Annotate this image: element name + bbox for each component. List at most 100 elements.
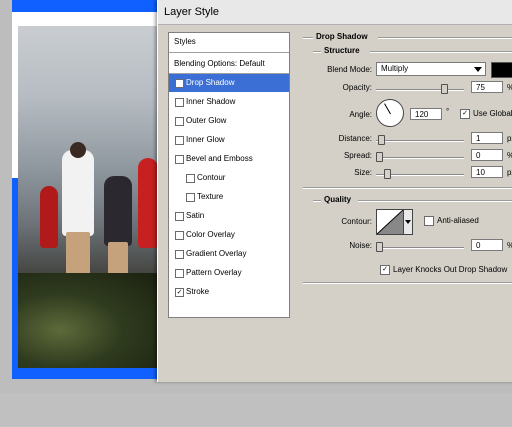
layer-style-dialog: Layer Style Styles Blending Options: Def… — [157, 0, 512, 382]
style-item-label: Satin — [186, 211, 205, 220]
person-figure — [104, 176, 132, 246]
divider — [303, 37, 313, 39]
gradient-overlay-checkbox[interactable] — [175, 250, 184, 259]
color-overlay-checkbox[interactable] — [175, 231, 184, 240]
distance-input[interactable]: 1 — [471, 132, 503, 144]
style-item-label: Inner Shadow — [186, 97, 236, 106]
opacity-input[interactable]: 75 — [471, 81, 503, 93]
opacity-unit: % — [507, 83, 512, 92]
styles-header-label: Styles — [174, 37, 196, 46]
blending-options-label: Blending Options: Default — [174, 59, 265, 68]
style-item-bevel-emboss[interactable]: Bevel and Emboss — [169, 150, 289, 168]
anti-aliased-checkbox[interactable] — [424, 216, 434, 226]
divider — [370, 51, 512, 53]
quality-title: Quality — [324, 195, 352, 204]
contour-dropdown[interactable] — [404, 209, 413, 235]
blend-mode-select[interactable]: Multiply — [376, 62, 486, 76]
style-item-satin[interactable]: Satin — [169, 207, 289, 225]
style-item-label: Color Overlay — [186, 230, 235, 239]
person-figure — [40, 186, 58, 248]
bevel-emboss-checkbox[interactable] — [175, 155, 184, 164]
spread-slider-knob[interactable] — [376, 152, 383, 162]
style-item-drop-shadow[interactable]: ✓ Drop Shadow — [169, 74, 289, 92]
divider — [358, 200, 512, 202]
drop-shadow-checkbox[interactable]: ✓ — [175, 79, 184, 88]
contour-curve-icon — [377, 210, 403, 234]
noise-unit: % — [507, 241, 512, 250]
use-global-label: Use Global — [473, 109, 512, 118]
contour-preview[interactable] — [376, 209, 404, 235]
style-item-texture[interactable]: Texture — [169, 188, 289, 206]
size-slider-knob[interactable] — [384, 169, 391, 179]
divider — [313, 200, 321, 202]
distance-slider-track[interactable] — [376, 140, 464, 142]
style-item-color-overlay[interactable]: Color Overlay — [169, 226, 289, 244]
angle-input[interactable]: 120 — [410, 108, 442, 120]
style-item-inner-shadow[interactable]: Inner Shadow — [169, 93, 289, 111]
stroke-checkbox[interactable]: ✓ — [175, 288, 184, 297]
blend-mode-value: Multiply — [381, 64, 409, 73]
style-item-outer-glow[interactable]: Outer Glow — [169, 112, 289, 130]
dialog-titlebar[interactable]: Layer Style — [158, 0, 512, 25]
person-legs — [66, 232, 90, 282]
chevron-down-icon — [474, 67, 482, 72]
contour-checkbox[interactable] — [186, 174, 195, 183]
style-item-label: Outer Glow — [186, 116, 227, 125]
opacity-slider-knob[interactable] — [441, 84, 448, 94]
outer-glow-checkbox[interactable] — [175, 117, 184, 126]
blending-options-item[interactable]: Blending Options: Default — [169, 55, 289, 73]
distance-label: Distance: — [338, 134, 372, 143]
divider — [169, 52, 289, 53]
use-global-checkbox[interactable]: ✓ — [460, 109, 470, 119]
noise-input[interactable]: 0 — [471, 239, 503, 251]
texture-checkbox[interactable] — [186, 193, 195, 202]
style-item-label: Drop Shadow — [186, 78, 235, 87]
knockout-label: Layer Knocks Out Drop Shadow — [393, 265, 508, 274]
noise-slider-track[interactable] — [376, 247, 464, 249]
person-figure — [62, 150, 94, 236]
style-item-pattern-overlay[interactable]: Pattern Overlay — [169, 264, 289, 282]
style-item-label: Gradient Overlay — [186, 249, 247, 258]
styles-list: Styles Blending Options: Default ✓ Drop … — [168, 32, 290, 318]
style-item-label: Stroke — [186, 287, 210, 296]
distance-slider-knob[interactable] — [378, 135, 385, 145]
contour-label: Contour: — [341, 217, 372, 226]
style-item-label: Inner Glow — [186, 135, 225, 144]
divider — [313, 51, 321, 53]
person-legs — [108, 242, 128, 282]
satin-checkbox[interactable] — [175, 212, 184, 221]
noise-slider-knob[interactable] — [376, 242, 383, 252]
person-head — [70, 142, 86, 158]
opacity-label: Opacity: — [342, 83, 372, 92]
photo-image — [18, 26, 158, 368]
styles-header[interactable]: Styles — [169, 33, 289, 51]
angle-unit: ° — [446, 107, 450, 116]
inner-shadow-checkbox[interactable] — [175, 98, 184, 107]
opacity-slider-track[interactable] — [376, 89, 464, 91]
noise-label: Noise: — [349, 241, 372, 250]
structure-title: Structure — [324, 46, 360, 55]
style-item-label: Pattern Overlay — [186, 268, 242, 277]
anti-aliased-label: Anti-aliased — [437, 216, 479, 225]
angle-label: Angle: — [349, 110, 372, 119]
shadow-color-swatch[interactable] — [491, 62, 512, 78]
blend-mode-label: Blend Mode: — [327, 65, 372, 74]
divider — [303, 187, 512, 189]
spread-label: Spread: — [343, 151, 372, 160]
style-item-label: Contour — [197, 173, 226, 182]
inner-glow-checkbox[interactable] — [175, 136, 184, 145]
divider — [378, 37, 512, 39]
style-item-stroke[interactable]: ✓ Stroke — [169, 283, 289, 301]
spread-input[interactable]: 0 — [471, 149, 503, 161]
divider — [303, 282, 512, 284]
pattern-overlay-checkbox[interactable] — [175, 269, 184, 278]
style-item-inner-glow[interactable]: Inner Glow — [169, 131, 289, 149]
knockout-checkbox[interactable]: ✓ — [380, 265, 390, 275]
size-input[interactable]: 10 — [471, 166, 503, 178]
style-item-gradient-overlay[interactable]: Gradient Overlay — [169, 245, 289, 263]
spread-slider-track[interactable] — [376, 157, 464, 159]
angle-dial[interactable] — [376, 99, 404, 127]
distance-unit: px — [507, 134, 512, 143]
style-item-contour[interactable]: Contour — [169, 169, 289, 187]
style-item-label: Bevel and Emboss — [186, 154, 253, 163]
